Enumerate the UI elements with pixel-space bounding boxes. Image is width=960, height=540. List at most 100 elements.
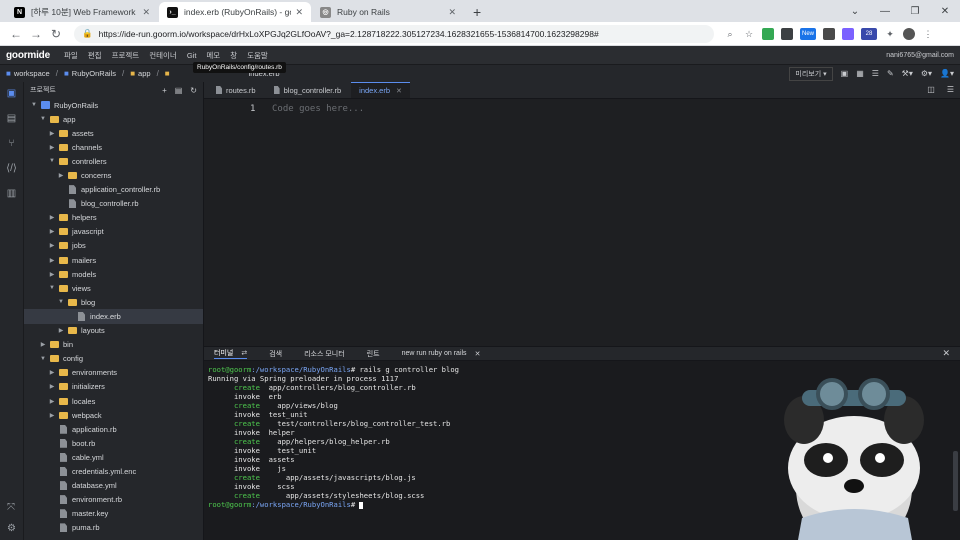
file-tree-item[interactable]: master.key (24, 507, 203, 521)
minimize-icon[interactable]: — (870, 6, 900, 17)
breadcrumb-app[interactable]: ■ app (130, 69, 150, 78)
extension-new-badge[interactable]: New (800, 27, 816, 40)
profile-avatar[interactable] (903, 27, 915, 40)
extensions-puzzle-icon[interactable]: ✦ (884, 28, 896, 40)
menu-item[interactable]: 메모 (206, 50, 220, 61)
file-tree-item[interactable]: environment.rb (24, 493, 203, 507)
browser-menu-icon[interactable]: ⋮ (922, 28, 934, 40)
file-tree-item[interactable]: ▼ controllers (24, 154, 203, 168)
file-tree-item[interactable]: ▼ views (24, 281, 203, 295)
chevron-right-icon[interactable]: ▶ (48, 242, 56, 249)
build-tools-icon[interactable]: ⚒▾ (902, 69, 913, 78)
file-tree-item[interactable]: ▶ layouts (24, 324, 203, 338)
terminal-tab[interactable]: 검색 (269, 349, 282, 359)
chevron-down-icon[interactable]: ▼ (39, 116, 47, 122)
breadcrumb-folder[interactable]: ■ (165, 69, 173, 78)
fullscreen-icon[interactable]: ⤧ (7, 502, 16, 513)
extension-check-icon[interactable] (842, 27, 854, 40)
file-tree-item[interactable]: application.rb (24, 422, 203, 436)
close-window-icon[interactable]: ✕ (930, 6, 960, 17)
tab-search-icon[interactable]: ⌄ (840, 6, 870, 17)
refresh-icon[interactable]: ↻ (190, 86, 197, 95)
terminal-tab[interactable]: 리소스 모니터 (304, 349, 345, 359)
split-view-icon[interactable]: ◫ (927, 85, 935, 94)
maximize-icon[interactable]: ❐ (900, 6, 930, 17)
terminal-tab[interactable]: 린트 (367, 349, 380, 359)
menu-item[interactable]: Git (187, 51, 197, 60)
file-tree-item[interactable]: ▶ environments (24, 366, 203, 380)
menu-item[interactable]: 편집 (88, 50, 102, 61)
file-tree-item[interactable]: ▶ channels (24, 140, 203, 154)
chevron-right-icon[interactable]: ▶ (48, 369, 56, 376)
breadcrumb-project[interactable]: ■ RubyOnRails (64, 69, 116, 78)
edit-icon[interactable]: ✎ (887, 69, 894, 78)
reload-icon[interactable]: ↻ (46, 27, 66, 41)
file-tree-item[interactable]: blog_controller.rb (24, 197, 203, 211)
file-tree-item[interactable]: ▶ bin (24, 338, 203, 352)
chevron-right-icon[interactable]: ▶ (57, 327, 65, 334)
file-tree-item[interactable]: ▶ javascript (24, 225, 203, 239)
chevron-down-icon[interactable]: ▼ (57, 299, 65, 305)
forward-icon[interactable]: → (26, 27, 46, 41)
chevron-right-icon[interactable]: ▶ (48, 271, 56, 278)
browser-tab[interactable]: N [하루 10분] Web Framework : R ✕ (6, 2, 158, 22)
file-tree-item[interactable]: ▶ webpack (24, 408, 203, 422)
file-tree-item[interactable]: ▶ assets (24, 126, 203, 140)
file-tree-item[interactable]: boot.rb (24, 436, 203, 450)
file-tree-item[interactable]: ▼ app (24, 112, 203, 126)
file-tree-item[interactable]: credentials.yml.enc (24, 464, 203, 478)
file-tree-item[interactable]: ▶ jobs (24, 239, 203, 253)
chevron-down-icon[interactable]: ▼ (48, 285, 56, 291)
new-tab-button[interactable]: + (473, 4, 481, 20)
git-icon[interactable]: ⑂ (9, 138, 15, 149)
add-file-icon[interactable]: + (162, 86, 167, 95)
code-editor[interactable]: 1 Code goes here... (204, 99, 960, 346)
chevron-right-icon[interactable]: ▶ (48, 383, 56, 390)
editor-tab[interactable]: index.erb ✕ (351, 82, 410, 98)
chevron-right-icon[interactable]: ▶ (48, 257, 56, 264)
tab-close-icon[interactable]: ✕ (396, 87, 402, 95)
file-tree-item[interactable]: cable.yml (24, 450, 203, 464)
menu-item[interactable]: 파일 (64, 50, 78, 61)
file-tree-item[interactable]: ▼ RubyOnRails (24, 98, 203, 112)
file-tree-item[interactable]: application_controller.rb (24, 183, 203, 197)
browser-tab[interactable]: ◎ Ruby on Rails ✕ (312, 2, 464, 22)
extension-cube-icon[interactable] (781, 27, 793, 40)
menu-item[interactable]: 창 (230, 50, 237, 61)
terminal-tab[interactable]: 터미널 ⇄ (214, 348, 248, 359)
file-tree-item[interactable]: puma.rb (24, 521, 203, 535)
chevron-right-icon[interactable]: ▶ (48, 228, 56, 235)
extension-square-icon[interactable] (823, 27, 835, 40)
chevron-down-icon[interactable]: ▼ (39, 356, 47, 362)
save-all-icon[interactable]: ▦ (856, 69, 864, 78)
editor-tab[interactable]: routes.rb (208, 82, 264, 98)
terminal-scrollbar[interactable] (953, 451, 958, 511)
run-config-icon[interactable]: ⚙▾ (921, 69, 932, 78)
chevron-right-icon[interactable]: ▶ (39, 341, 47, 348)
chevron-right-icon[interactable]: ▶ (48, 412, 56, 419)
tab-close-icon[interactable]: ✕ (448, 7, 456, 18)
file-tree-item[interactable]: database.yml (24, 479, 203, 493)
tab-close-icon[interactable]: ✕ (475, 350, 481, 358)
file-tree-item[interactable]: ▼ config (24, 352, 203, 366)
zoom-icon[interactable]: ⌕ (724, 28, 736, 40)
file-tree-item[interactable]: ▼ blog (24, 295, 203, 309)
user-icon[interactable]: 👤▾ (940, 69, 954, 78)
tab-close-icon[interactable]: ✕ (295, 7, 303, 18)
chevron-right-icon[interactable]: ▶ (48, 214, 56, 221)
settings-list-icon[interactable]: ☰ (872, 69, 879, 78)
settings-gear-icon[interactable]: ⚙ (7, 523, 16, 534)
menu-item[interactable]: 도움말 (247, 50, 268, 61)
bookmark-star-icon[interactable]: ☆ (743, 28, 755, 40)
project-explorer-icon[interactable]: ▣ (7, 88, 16, 99)
terminal-tab[interactable]: new run ruby on rails ✕ (402, 350, 481, 358)
file-tree-item[interactable]: index.erb (24, 309, 203, 324)
menu-item[interactable]: 프로젝트 (112, 50, 140, 61)
chevron-right-icon[interactable]: ▶ (57, 172, 65, 179)
breadcrumb-workspace[interactable]: ■ workspace (6, 69, 50, 78)
back-icon[interactable]: ← (6, 27, 26, 41)
save-icon[interactable]: ▣ (841, 69, 849, 78)
terminal[interactable]: root@goorm:/workspace/RubyOnRails# rails… (204, 361, 960, 540)
new-folder-icon[interactable]: ▤ (175, 86, 183, 95)
chevron-down-icon[interactable]: ▼ (48, 158, 56, 164)
